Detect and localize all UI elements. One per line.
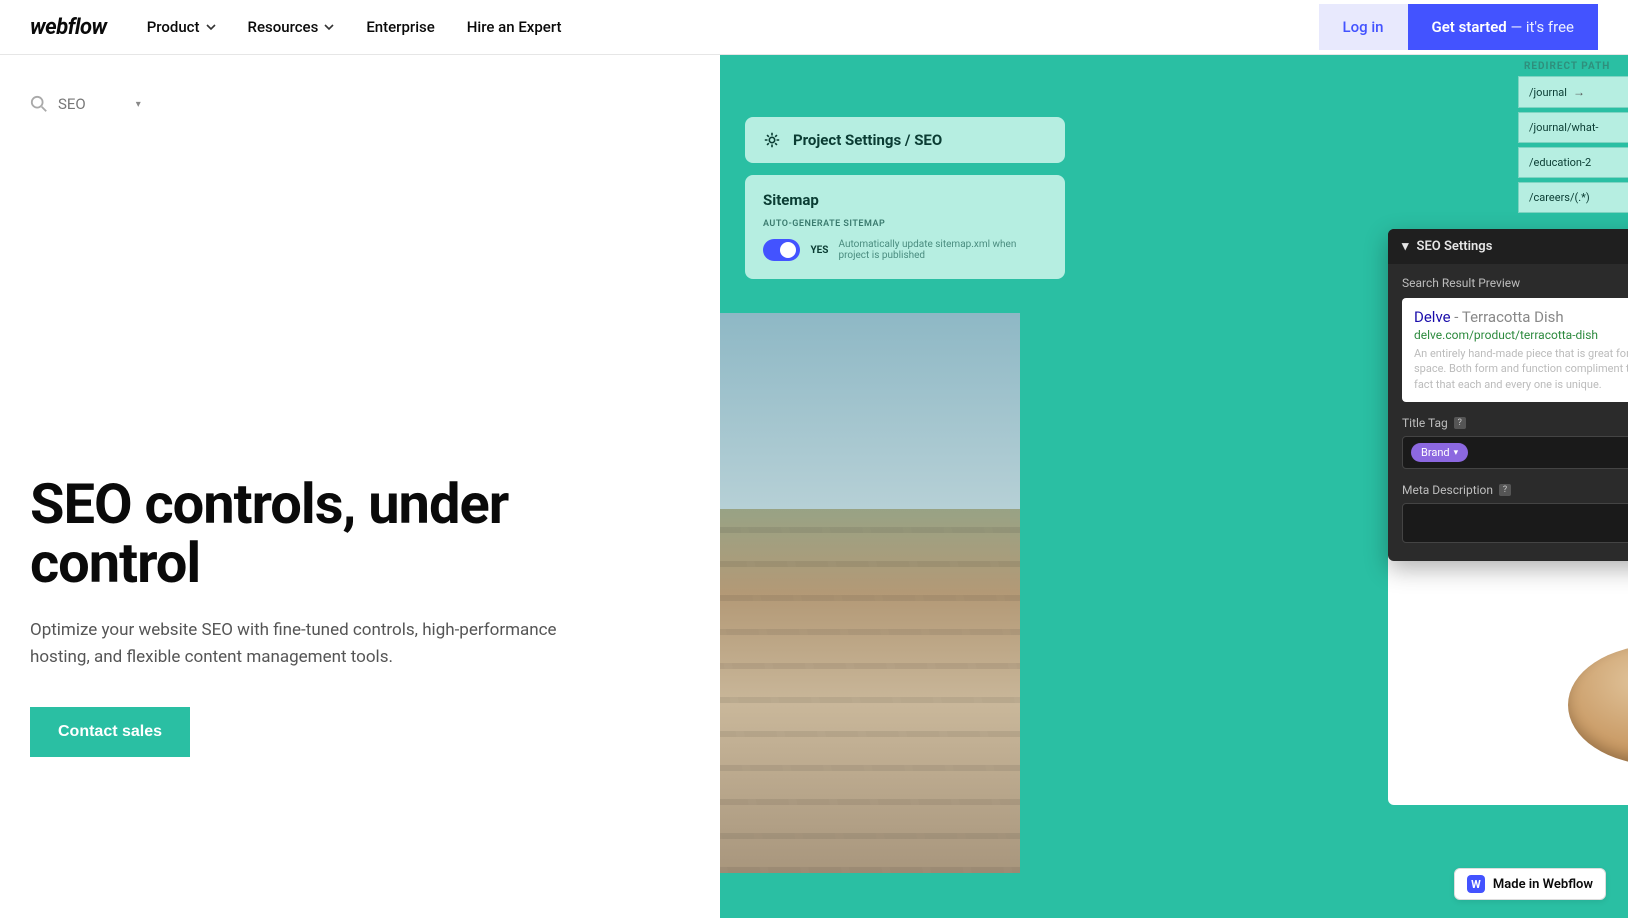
title-tag-label: Title Tag? (1402, 416, 1466, 430)
header: webflow Product Resources Enterprise Hir… (0, 0, 1628, 55)
redirect-path: /careers/(.*) (1529, 191, 1590, 204)
page-description: Optimize your website SEO with fine-tune… (30, 617, 570, 671)
terracotta-dish-image (1568, 645, 1628, 765)
chevron-down-icon (206, 22, 216, 32)
meta-desc-row: Meta Description? + Add Fie (1402, 483, 1628, 497)
nav-product-label: Product (147, 18, 200, 36)
help-icon[interactable]: ? (1499, 484, 1511, 496)
redirect-row[interactable]: /education-2 (1518, 147, 1628, 178)
preview-product: - Terracotta Dish (1451, 308, 1564, 326)
redirect-row[interactable]: /careers/(.*) (1518, 182, 1628, 213)
webflow-logo-icon: W (1467, 875, 1485, 893)
caret-down-icon: ▾ (1402, 239, 1409, 254)
redirect-row[interactable]: /journal/what- (1518, 112, 1628, 143)
left-column: SEO ▾ SEO controls, under control Optimi… (0, 55, 720, 918)
caret-down-icon: ▾ (136, 99, 141, 110)
redirect-header: REDIRECT PATH (1518, 57, 1628, 76)
redirect-path: /journal (1529, 86, 1567, 99)
cta-main: Get started (1432, 18, 1507, 36)
meta-desc-label: Meta Description? (1402, 483, 1511, 497)
arrow-right-icon: → (1573, 85, 1585, 99)
preview-url: delve.com/product/terracotta-dish (1414, 328, 1628, 342)
title-tag-input[interactable]: Brand (1402, 436, 1628, 469)
toggle-label: YES (810, 245, 828, 256)
toggle-knob (780, 242, 796, 258)
preview-title: Delve - Terracotta Dish (1414, 308, 1628, 326)
meta-description-input[interactable] (1402, 503, 1628, 543)
hero: SEO controls, under control Optimize you… (30, 475, 660, 757)
get-started-button[interactable]: Get started — it's free (1408, 4, 1598, 50)
cityscape-image (720, 313, 1020, 873)
breadcrumb-label: SEO (58, 95, 86, 113)
header-right: Log in Get started — it's free (1319, 4, 1599, 50)
nav-product[interactable]: Product (147, 18, 216, 36)
logo[interactable]: webflow (30, 15, 107, 40)
seo-settings-panel: ▾ SEO Settings Search Result Preview Del… (1388, 229, 1628, 561)
main: SEO ▾ SEO controls, under control Optimi… (0, 55, 1628, 918)
made-in-webflow-badge[interactable]: W Made in Webflow (1454, 868, 1606, 900)
search-icon (30, 95, 48, 113)
title-tag-row: Title Tag? + Add Fie (1402, 416, 1628, 430)
search-result-preview: Delve - Terracotta Dish delve.com/produc… (1402, 298, 1628, 402)
breadcrumb[interactable]: SEO ▾ (30, 95, 690, 113)
right-visual-panel: REDIRECT PATH /journal → /journal/what- /… (720, 55, 1628, 918)
nav-resources[interactable]: Resources (248, 18, 335, 36)
login-button[interactable]: Log in (1319, 4, 1408, 50)
help-icon[interactable]: ? (1454, 417, 1466, 429)
nav-hire[interactable]: Hire an Expert (467, 18, 562, 36)
redirect-path: /journal/what- (1529, 121, 1598, 134)
project-settings-title: Project Settings / SEO (793, 131, 942, 149)
sitemap-subtitle: AUTO-GENERATE SITEMAP (763, 219, 1047, 229)
preview-brand: Delve (1414, 308, 1451, 326)
nav: Product Resources Enterprise Hire an Exp… (147, 18, 562, 36)
meta-desc-text: Meta Description (1402, 483, 1493, 497)
sitemap-card: Sitemap AUTO-GENERATE SITEMAP YES Automa… (745, 175, 1065, 279)
nav-hire-label: Hire an Expert (467, 18, 562, 36)
seo-panel-body: Search Result Preview Delve - Terracotta… (1388, 264, 1628, 561)
nav-enterprise-label: Enterprise (366, 18, 434, 36)
gear-icon (763, 131, 781, 149)
title-tag-text: Title Tag (1402, 416, 1448, 430)
brand-chip[interactable]: Brand (1411, 443, 1468, 462)
preview-description: An entirely hand-made piece that is grea… (1414, 346, 1628, 392)
nav-resources-label: Resources (248, 18, 319, 36)
badge-text: Made in Webflow (1493, 877, 1593, 892)
seo-panel-header[interactable]: ▾ SEO Settings (1388, 229, 1628, 264)
project-settings-card: Project Settings / SEO (745, 117, 1065, 163)
nav-enterprise[interactable]: Enterprise (366, 18, 434, 36)
page-title: SEO controls, under control (30, 475, 660, 593)
contact-sales-button[interactable]: Contact sales (30, 707, 190, 757)
sitemap-toggle-row: YES Automatically update sitemap.xml whe… (763, 239, 1047, 261)
cta-sub: — it's free (1507, 18, 1574, 36)
preview-label: Search Result Preview (1402, 276, 1628, 290)
sitemap-title: Sitemap (763, 191, 1047, 209)
chevron-down-icon (324, 22, 334, 32)
redirect-table: REDIRECT PATH /journal → /journal/what- /… (1518, 57, 1628, 217)
seo-panel-title: SEO Settings (1417, 239, 1493, 254)
sitemap-toggle[interactable] (763, 239, 800, 261)
sitemap-description: Automatically update sitemap.xml when pr… (838, 239, 1047, 261)
redirect-path: /education-2 (1529, 156, 1591, 169)
redirect-row[interactable]: /journal → (1518, 76, 1628, 108)
